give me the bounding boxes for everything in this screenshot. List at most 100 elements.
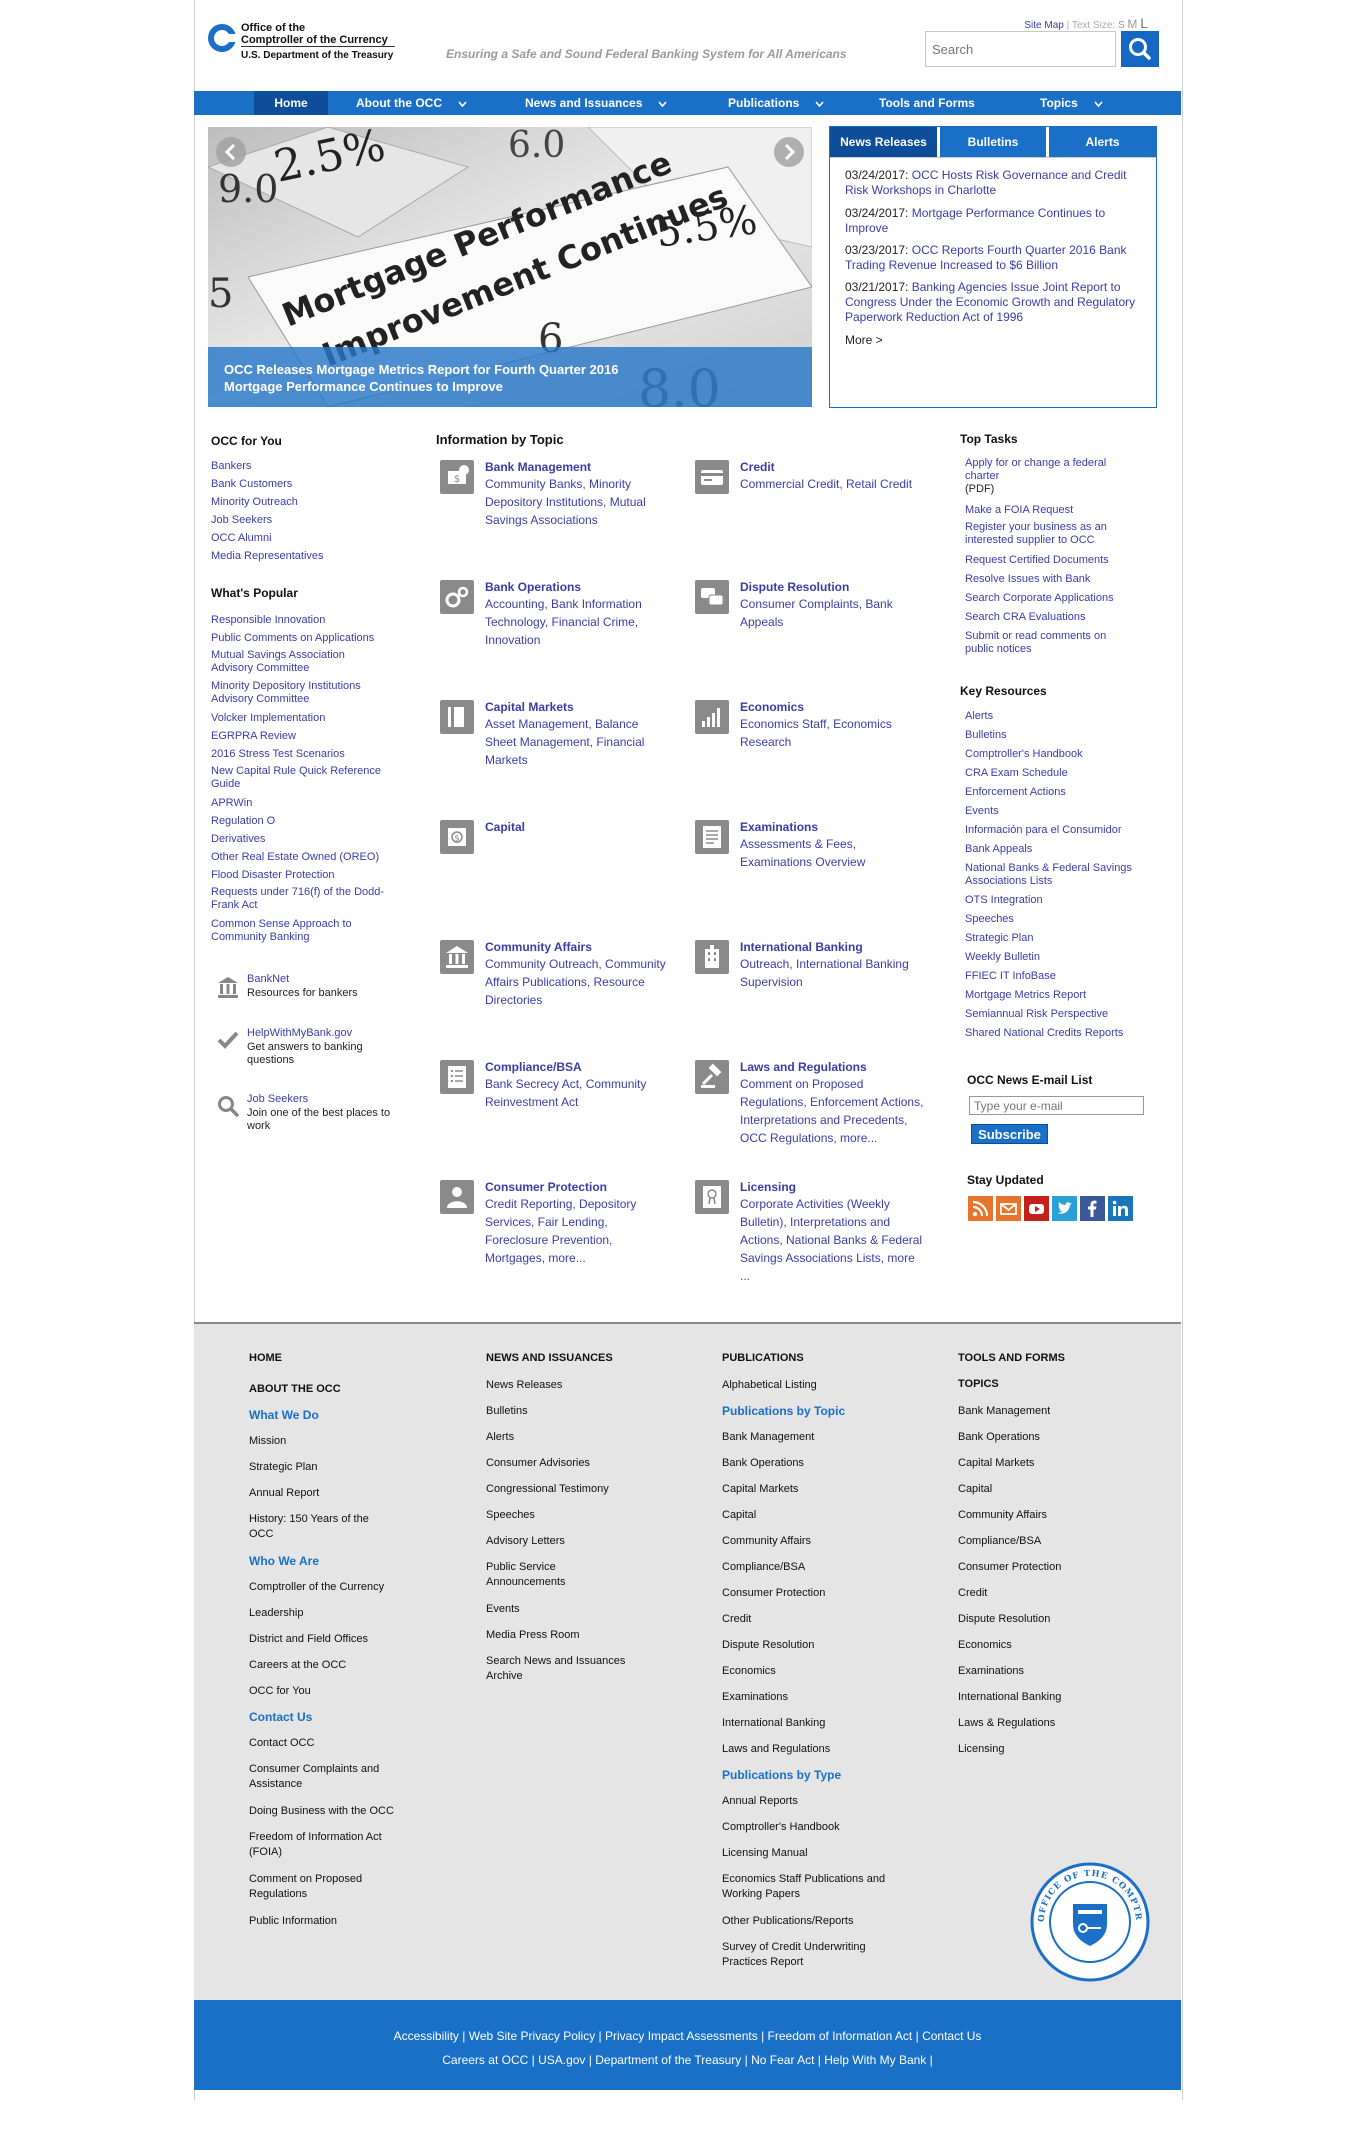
hero-caption[interactable]: OCC Releases Mortgage Metrics Report for… — [208, 347, 812, 407]
footer-link[interactable]: Bank Operations — [958, 1430, 1118, 1445]
popular-link[interactable]: Regulation O — [211, 815, 411, 828]
careers-link[interactable]: Careers at OCC — [442, 2053, 528, 2067]
topic-laws-regulations-title[interactable]: Laws and Regulations — [740, 1060, 867, 1074]
topic-international-banking-title[interactable]: International Banking — [740, 940, 863, 954]
footer-link[interactable]: Search News and Issuances Archive — [486, 1654, 651, 1684]
bank-management-icon[interactable]: $ — [440, 460, 474, 494]
footer-link[interactable]: Community Affairs — [958, 1508, 1118, 1523]
topic-examinations-links[interactable]: Assessments & Fees, Examinations Overvie… — [740, 835, 925, 871]
occ-for-you-link[interactable]: OCC Alumni — [211, 532, 411, 545]
footer-link[interactable]: Compliance/BSA — [958, 1534, 1118, 1549]
job-seekers-link[interactable]: Job Seekers — [247, 1093, 308, 1105]
text-size-medium[interactable]: M — [1127, 17, 1137, 31]
footer-link[interactable]: Capital Markets — [958, 1456, 1118, 1471]
foia-link[interactable]: Freedom of Information Act — [768, 2029, 913, 2043]
news-item[interactable]: 03/23/2017: OCC Reports Fourth Quarter 2… — [845, 243, 1145, 273]
international-banking-icon[interactable] — [695, 940, 729, 974]
key-resource-link[interactable]: Enforcement Actions — [965, 786, 1165, 799]
gavel-icon[interactable] — [695, 1060, 729, 1094]
dispute-resolution-icon[interactable] — [695, 580, 729, 614]
privacy-impact-link[interactable]: Privacy Impact Assessments — [605, 2029, 758, 2043]
occ-for-you-link[interactable]: Media Representatives — [211, 550, 411, 563]
popular-link[interactable]: EGRPRA Review — [211, 730, 411, 743]
footer-news-heading[interactable]: NEWS AND ISSUANCES — [486, 1352, 613, 1364]
footer-link[interactable]: History: 150 Years of the OCC — [249, 1512, 389, 1542]
news-item[interactable]: 03/24/2017: OCC Hosts Risk Governance an… — [845, 168, 1145, 198]
news-item[interactable]: 03/21/2017: Banking Agencies Issue Joint… — [845, 280, 1145, 325]
popular-link[interactable]: Responsible Innovation — [211, 614, 411, 627]
top-task-link[interactable]: Make a FOIA Request — [965, 504, 1165, 517]
top-task-link[interactable]: Resolve Issues with Bank — [965, 573, 1165, 586]
occ-for-you-link[interactable]: Bankers — [211, 460, 411, 473]
footer-link[interactable]: Bank Operations — [722, 1456, 882, 1471]
footer-link[interactable]: Capital Markets — [722, 1482, 882, 1497]
key-resource-link[interactable]: FFIEC IT InfoBase — [965, 970, 1165, 983]
footer-link[interactable]: Other Publications/Reports — [722, 1914, 892, 1929]
topic-economics-title[interactable]: Economics — [740, 700, 804, 714]
search-input[interactable] — [925, 31, 1116, 67]
footer-link[interactable]: Contact OCC — [249, 1736, 409, 1751]
occ-logo-icon[interactable] — [208, 24, 236, 52]
footer-link[interactable]: District and Field Offices — [249, 1632, 409, 1647]
community-affairs-icon[interactable] — [440, 940, 474, 974]
topic-licensing-links[interactable]: Corporate Activities (Weekly Bulletin), … — [740, 1195, 925, 1285]
topic-credit-links[interactable]: Commercial Credit, Retail Credit — [740, 475, 940, 493]
key-resource-link[interactable]: Speeches — [965, 913, 1165, 926]
carousel-prev-button[interactable] — [216, 137, 246, 167]
footer-link[interactable]: Dispute Resolution — [722, 1638, 882, 1653]
news-item[interactable]: 03/24/2017: Mortgage Performance Continu… — [845, 206, 1145, 236]
footer-publications-by-type[interactable]: Publications by Type — [722, 1768, 841, 1782]
footer-publications-heading[interactable]: PUBLICATIONS — [722, 1352, 804, 1364]
footer-link[interactable]: Economics Staff Publications and Working… — [722, 1872, 892, 1902]
footer-link[interactable]: Annual Report — [249, 1486, 409, 1501]
footer-tools-heading[interactable]: TOOLS AND FORMS — [958, 1352, 1065, 1364]
footer-link[interactable]: Consumer Protection — [958, 1560, 1118, 1575]
footer-link[interactable]: Annual Reports — [722, 1794, 882, 1809]
capital-markets-icon[interactable] — [440, 700, 474, 734]
tab-alerts[interactable]: Alerts — [1046, 127, 1156, 157]
popular-link[interactable]: Common Sense Approach to Community Banki… — [211, 918, 381, 944]
nav-publications[interactable]: Publications — [728, 91, 824, 115]
nav-tools-forms[interactable]: Tools and Forms — [879, 91, 975, 115]
contact-us-link[interactable]: Contact Us — [922, 2029, 981, 2043]
occ-for-you-link[interactable]: Job Seekers — [211, 514, 411, 527]
footer-what-we-do[interactable]: What We Do — [249, 1408, 319, 1422]
logo-line-2[interactable]: Comptroller of the Currency — [241, 34, 388, 46]
top-task-link[interactable]: Search CRA Evaluations — [965, 611, 1165, 624]
footer-link[interactable]: Events — [486, 1602, 646, 1617]
topic-community-affairs-links[interactable]: Community Outreach, Community Affairs Pu… — [485, 955, 675, 1009]
compliance-bsa-icon[interactable] — [440, 1060, 474, 1094]
footer-link[interactable]: Examinations — [958, 1664, 1118, 1679]
text-size-large[interactable]: L — [1140, 15, 1148, 31]
topic-dispute-resolution-links[interactable]: Consumer Complaints, Bank Appeals — [740, 595, 925, 631]
footer-link[interactable]: Bulletins — [486, 1404, 646, 1419]
footer-publications-by-topic[interactable]: Publications by Topic — [722, 1404, 845, 1418]
economics-icon[interactable] — [695, 700, 729, 734]
topic-community-affairs-title[interactable]: Community Affairs — [485, 940, 592, 954]
topic-consumer-protection-links[interactable]: Credit Reporting, Depository Services, F… — [485, 1195, 670, 1267]
topic-compliance-bsa-links[interactable]: Bank Secrecy Act, Community Reinvestment… — [485, 1075, 675, 1111]
topic-examinations-title[interactable]: Examinations — [740, 820, 818, 834]
footer-link[interactable]: Advisory Letters — [486, 1534, 646, 1549]
topic-capital-markets-links[interactable]: Asset Management, Balance Sheet Manageme… — [485, 715, 670, 769]
carousel-next-button[interactable] — [774, 137, 804, 167]
footer-link[interactable]: Credit — [958, 1586, 1118, 1601]
footer-link[interactable]: Comptroller's Handbook — [722, 1820, 882, 1835]
helpwithmybank-link[interactable]: HelpWithMyBank.gov — [247, 1027, 352, 1039]
twitter-icon[interactable] — [1052, 1196, 1077, 1221]
search-button[interactable] — [1121, 31, 1159, 67]
footer-link[interactable]: Capital — [722, 1508, 882, 1523]
popular-link[interactable]: Other Real Estate Owned (OREO) — [211, 851, 411, 864]
footer-link[interactable]: Freedom of Information Act (FOIA) — [249, 1830, 409, 1860]
nav-home[interactable]: Home — [254, 91, 328, 115]
hero-caption-line-1[interactable]: OCC Releases Mortgage Metrics Report for… — [224, 362, 618, 377]
footer-link[interactable]: Mission — [249, 1434, 409, 1449]
tab-bulletins[interactable]: Bulletins — [937, 127, 1046, 157]
topic-licensing-title[interactable]: Licensing — [740, 1180, 796, 1194]
bank-operations-icon[interactable] — [440, 580, 474, 614]
popular-link[interactable]: Minority Depository Institutions Advisor… — [211, 680, 386, 706]
accessibility-link[interactable]: Accessibility — [394, 2029, 459, 2043]
footer-link[interactable]: Licensing Manual — [722, 1846, 882, 1861]
nav-about[interactable]: About the OCC — [356, 91, 467, 115]
nav-news[interactable]: News and Issuances — [525, 91, 667, 115]
